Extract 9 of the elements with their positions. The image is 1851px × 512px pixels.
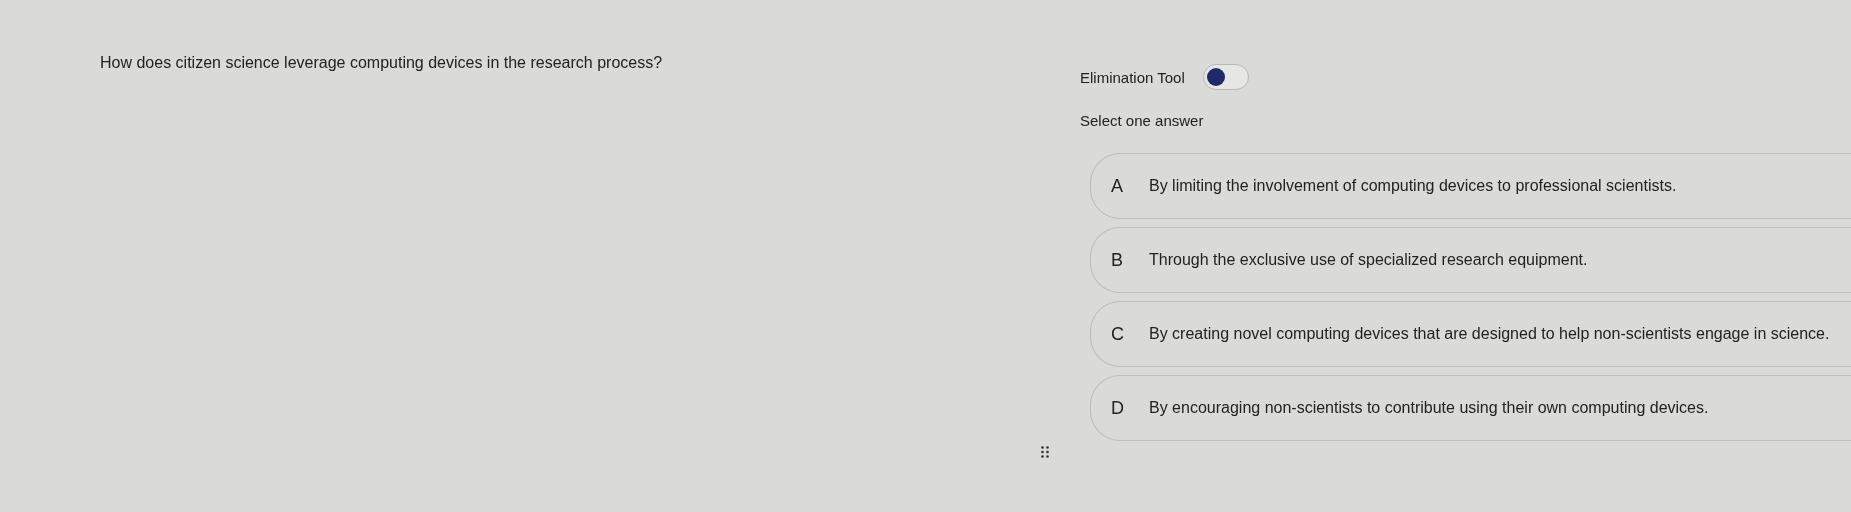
answer-option[interactable]: A By limiting the involvement of computing devices to professional scientists.	[1090, 153, 1851, 219]
elimination-tool-label: Elimination Tool	[1080, 68, 1185, 86]
answer-option[interactable]: B Through the exclusive use of specialized research equipment.	[1090, 227, 1851, 293]
answer-option[interactable]: D By encouraging non-scientists to contribute using their own computing devices.	[1090, 375, 1851, 441]
instruction-text: Select one answer	[1080, 112, 1205, 129]
question-text: How does citizen science leverage computing devices in the research process?	[100, 54, 663, 71]
elimination-toggle[interactable]	[1202, 64, 1249, 90]
answer-option[interactable]: C By creating novel computing devices that are designed to help non-scientists engage in science.	[1090, 301, 1851, 367]
drag-handle-icon[interactable]	[1041, 446, 1049, 458]
